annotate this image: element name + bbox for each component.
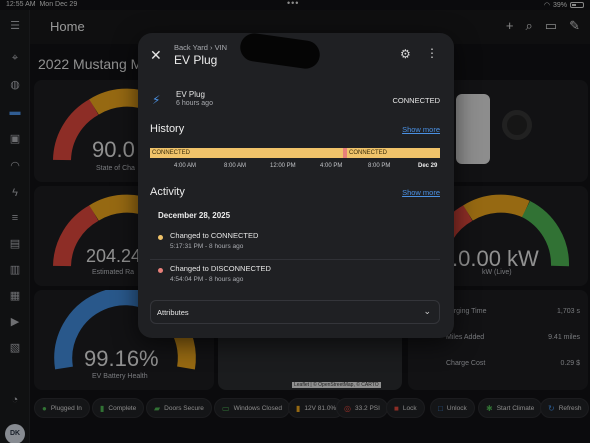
axis-tick: 4:00 PM [320,163,343,169]
chevron-down-icon: ⌄ [423,306,431,316]
attributes-label: Attributes [157,308,189,317]
history-timeline[interactable]: CONNECTED CONNECTED [150,148,440,158]
axis-tick: 8:00 PM [368,163,391,169]
ev-plug-icon: ⚡ [152,93,161,107]
history-show-more-link[interactable]: Show more [402,125,440,134]
timeline-segment-connected[interactable]: CONNECTED [347,148,440,158]
breadcrumb[interactable]: Back Yard › VIN [174,43,227,52]
dialog-title: EV Plug [174,53,218,67]
divider [150,259,440,260]
activity-message: Changed to CONNECTED [170,231,259,240]
activity-item[interactable]: Changed to DISCONNECTED 4:54:04 PM - 8 h… [158,264,438,288]
redaction-mark [238,33,322,71]
attributes-expander[interactable]: Attributes ⌄ [150,300,440,324]
activity-item[interactable]: Changed to CONNECTED 5:17:31 PM - 8 hour… [158,231,438,255]
axis-tick: 4:00 AM [174,163,197,169]
history-heading: History [150,123,185,135]
entity-name: EV Plug [176,90,205,99]
entity-state: CONNECTED [392,96,440,105]
entity-last-changed: 6 hours ago [176,100,213,107]
activity-heading: Activity [150,186,185,198]
more-vert-icon[interactable]: ⋮ [426,46,438,60]
timeline-axis: 4:00 AM 8:00 AM 12:00 PM 4:00 PM 8:00 PM… [150,163,440,173]
activity-show-more-link[interactable]: Show more [402,188,440,197]
gear-icon[interactable]: ⚙ [400,47,411,61]
activity-date: December 28, 2025 [158,211,231,220]
timeline-segment-connected[interactable]: CONNECTED [150,148,343,158]
axis-tick: Dec 29 [418,163,438,169]
axis-tick: 8:00 AM [224,163,247,169]
state-dot-icon [158,235,163,240]
state-dot-icon [158,268,163,273]
activity-time: 4:54:04 PM - 8 hours ago [170,276,244,283]
close-icon[interactable]: ✕ [150,47,162,64]
more-info-dialog: ✕ Back Yard › VIN EV Plug ⚙ ⋮ ⚡ EV Plug … [138,33,454,338]
axis-tick: 12:00 PM [270,163,296,169]
activity-message: Changed to DISCONNECTED [170,264,271,273]
activity-time: 5:17:31 PM - 8 hours ago [170,243,244,250]
